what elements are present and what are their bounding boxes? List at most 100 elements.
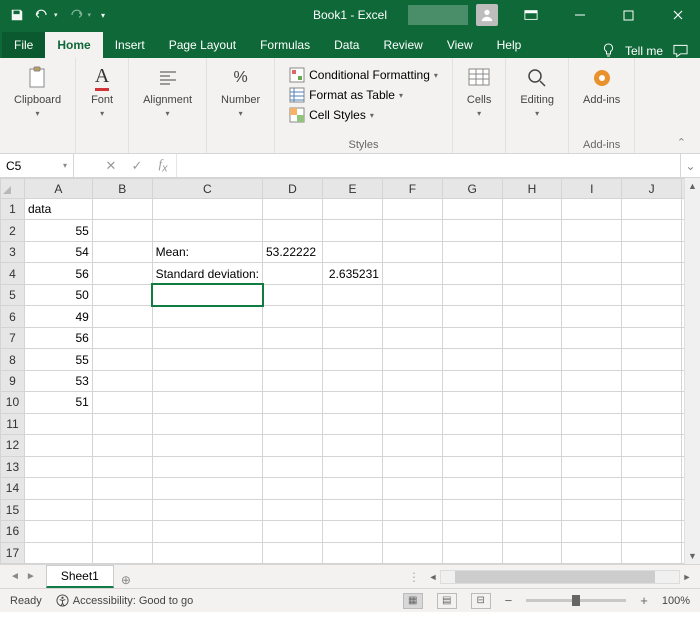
cell[interactable]: 53 (24, 370, 92, 391)
hscroll-track[interactable] (440, 570, 680, 584)
cell[interactable] (442, 284, 502, 305)
tab-insert[interactable]: Insert (103, 32, 157, 58)
cell[interactable] (322, 413, 382, 434)
expand-formula-icon[interactable]: ⌄ (680, 154, 700, 177)
cell[interactable]: 55 (24, 349, 92, 370)
formula-input[interactable] (176, 154, 680, 177)
vertical-scrollbar[interactable]: ▲ ▼ (684, 178, 700, 564)
cell[interactable] (322, 521, 382, 542)
zoom-thumb[interactable] (572, 595, 580, 606)
cell[interactable] (442, 542, 502, 564)
cell[interactable] (502, 284, 562, 305)
cell[interactable] (152, 478, 262, 499)
cell[interactable] (24, 521, 92, 542)
cell[interactable]: Mean: (152, 241, 262, 262)
cell[interactable] (442, 220, 502, 241)
cell[interactable] (562, 478, 622, 499)
cell[interactable] (562, 392, 622, 413)
cell[interactable] (622, 327, 682, 348)
row-header[interactable]: 9 (1, 370, 25, 391)
cell[interactable]: 51 (24, 392, 92, 413)
sheet-next-icon[interactable]: ► (26, 571, 36, 582)
ribbon-display-icon[interactable] (508, 0, 553, 30)
row-header[interactable]: 1 (1, 199, 25, 220)
cell[interactable] (382, 327, 442, 348)
cell[interactable] (562, 241, 622, 262)
cell[interactable] (502, 327, 562, 348)
addins-button[interactable]: Add-ins (579, 64, 624, 109)
cell[interactable] (562, 370, 622, 391)
cell[interactable] (442, 306, 502, 327)
zoom-in-icon[interactable]: + (640, 593, 648, 608)
cell[interactable] (322, 284, 382, 305)
row-header[interactable]: 12 (1, 435, 25, 456)
cell[interactable] (502, 306, 562, 327)
cell[interactable] (382, 478, 442, 499)
cell[interactable] (502, 349, 562, 370)
row-header[interactable]: 2 (1, 220, 25, 241)
cell[interactable] (382, 263, 442, 284)
cells-button[interactable]: Cells▾ (463, 64, 495, 122)
cell[interactable] (382, 413, 442, 434)
cell[interactable] (442, 263, 502, 284)
cell[interactable] (263, 435, 323, 456)
cell[interactable] (502, 499, 562, 520)
cell[interactable] (92, 370, 152, 391)
cell[interactable] (502, 413, 562, 434)
undo-caret-icon[interactable]: ▾ (54, 11, 58, 19)
cell[interactable] (382, 220, 442, 241)
cell[interactable] (263, 456, 323, 477)
tab-page-layout[interactable]: Page Layout (157, 32, 248, 58)
cell[interactable] (322, 306, 382, 327)
cell[interactable]: 56 (24, 327, 92, 348)
col-header[interactable]: B (92, 179, 152, 199)
cell[interactable] (622, 370, 682, 391)
cell[interactable] (562, 521, 622, 542)
page-layout-view-icon[interactable]: ▤ (437, 593, 457, 609)
cell[interactable] (92, 220, 152, 241)
tab-review[interactable]: Review (371, 32, 434, 58)
cell[interactable] (263, 220, 323, 241)
cell[interactable] (382, 521, 442, 542)
cell[interactable] (92, 327, 152, 348)
cell[interactable] (502, 435, 562, 456)
cell[interactable] (263, 542, 323, 564)
cell[interactable] (562, 499, 622, 520)
qat-customize-icon[interactable]: ▾ (101, 11, 105, 20)
number-button[interactable]: % Number▾ (217, 64, 264, 122)
cell[interactable] (322, 241, 382, 262)
cell[interactable] (442, 499, 502, 520)
cell[interactable] (382, 542, 442, 564)
cell[interactable] (382, 241, 442, 262)
cell[interactable] (152, 199, 262, 220)
cell[interactable]: data (24, 199, 92, 220)
select-all-corner[interactable] (1, 179, 25, 199)
sheet-tab[interactable]: Sheet1 (46, 565, 114, 588)
cell[interactable] (502, 220, 562, 241)
cell[interactable] (442, 456, 502, 477)
cell[interactable] (263, 478, 323, 499)
col-header[interactable]: G (442, 179, 502, 199)
account-placeholder[interactable] (408, 5, 468, 25)
cell[interactable]: 50 (24, 284, 92, 305)
normal-view-icon[interactable]: ▦ (403, 593, 423, 609)
cell[interactable] (502, 199, 562, 220)
col-header[interactable]: A (24, 179, 92, 199)
cell[interactable] (382, 370, 442, 391)
cell[interactable] (92, 263, 152, 284)
cell[interactable] (382, 456, 442, 477)
cell[interactable] (152, 349, 262, 370)
cell[interactable] (442, 413, 502, 434)
row-header[interactable]: 10 (1, 392, 25, 413)
row-header[interactable]: 7 (1, 327, 25, 348)
col-header[interactable]: J (622, 179, 682, 199)
cell[interactable] (502, 542, 562, 564)
cell[interactable] (502, 370, 562, 391)
editing-button[interactable]: Editing▾ (516, 64, 558, 122)
cell[interactable] (322, 435, 382, 456)
redo-icon[interactable] (68, 8, 84, 22)
collapse-ribbon-icon[interactable]: ⌃ (673, 134, 690, 151)
cell[interactable] (263, 199, 323, 220)
cell[interactable] (562, 306, 622, 327)
cell[interactable] (92, 199, 152, 220)
